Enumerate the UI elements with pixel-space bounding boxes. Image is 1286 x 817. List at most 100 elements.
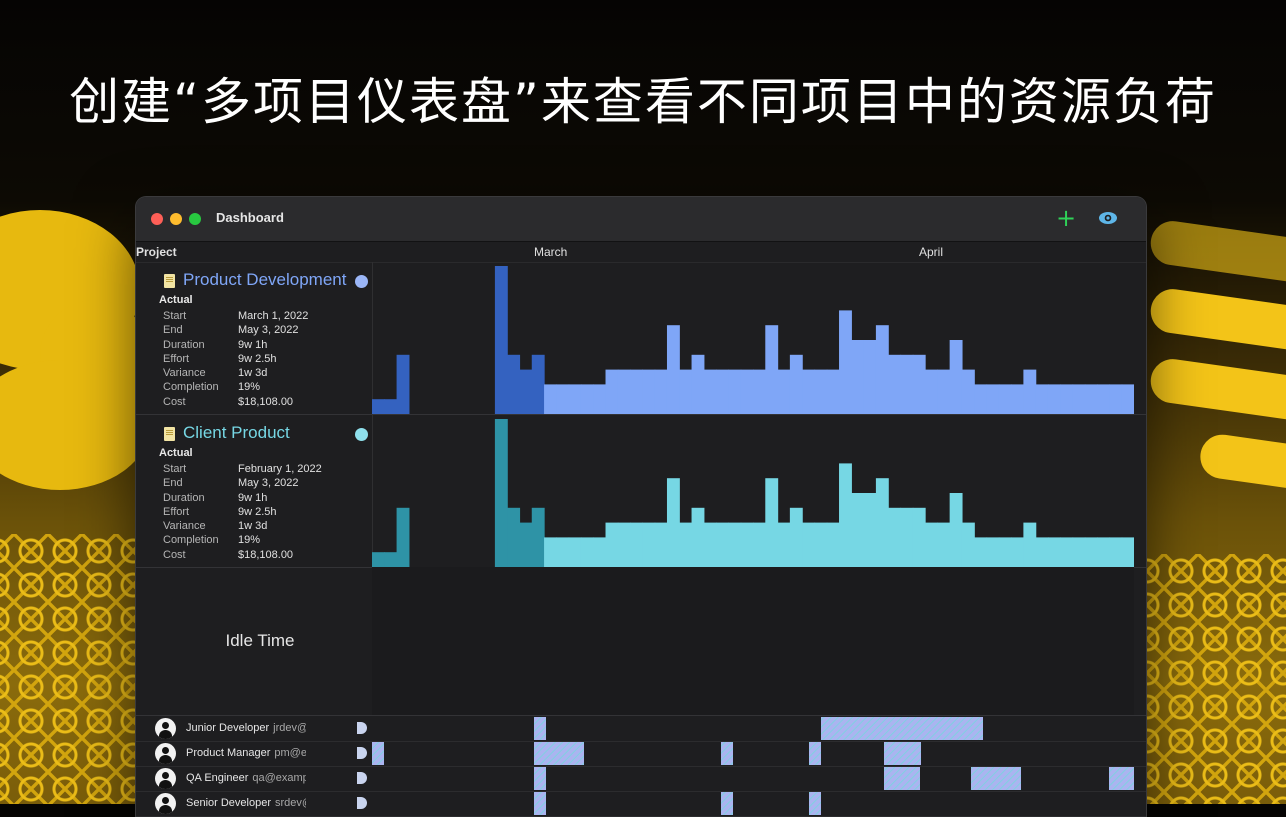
load-bar — [642, 369, 656, 414]
project-name[interactable]: Client Product — [183, 423, 290, 443]
resource-row[interactable]: Senior Developersrdev@example — [136, 791, 1146, 817]
load-bar — [814, 369, 828, 414]
stat-label: Variance — [163, 367, 206, 380]
resource-timeline — [534, 717, 983, 740]
load-bar — [1011, 537, 1024, 567]
load-bar — [875, 478, 889, 567]
idle-time-label: Idle Time — [225, 631, 295, 650]
minimize-button[interactable] — [170, 213, 182, 225]
load-bar — [593, 384, 607, 414]
assignment-block[interactable] — [534, 767, 546, 790]
stat-value: March 1, 2022 — [238, 310, 309, 322]
load-bar — [666, 478, 680, 567]
assignment-block[interactable] — [1109, 767, 1134, 790]
load-chart — [372, 266, 1134, 414]
assignment-block[interactable] — [884, 767, 920, 790]
resource-email: srdev@example — [275, 797, 306, 809]
project-row[interactable]: Product Development Actual Start March 1,… — [136, 262, 1146, 415]
load-bar — [986, 384, 1000, 414]
document-icon — [164, 427, 175, 441]
stat-label: Start — [163, 463, 187, 475]
assignment-block[interactable] — [721, 742, 733, 765]
load-bar — [617, 369, 631, 414]
load-bar — [986, 537, 1000, 567]
load-bar — [703, 522, 717, 567]
stat-label: Cost — [163, 395, 186, 408]
load-bar — [617, 522, 631, 567]
load-bar — [372, 399, 385, 414]
load-bar — [728, 369, 742, 414]
project-row[interactable]: Client Product Actual Start February 1, 2… — [136, 415, 1146, 568]
load-bar — [974, 384, 988, 414]
stat-label: Variance — [163, 520, 206, 533]
load-bar — [802, 369, 816, 414]
load-bar — [568, 537, 582, 567]
assignment-block[interactable] — [372, 742, 384, 765]
stat-value: February 1, 2022 — [238, 463, 322, 475]
stat-value: 19% — [238, 381, 261, 394]
load-bar — [998, 384, 1012, 414]
load-bar — [851, 340, 865, 414]
window-title: Dashboard — [216, 210, 284, 225]
load-bar — [789, 354, 803, 414]
load-bar — [630, 369, 643, 414]
assignment-block[interactable] — [534, 717, 546, 740]
resource-row[interactable]: Junior Developerjrdev@example — [136, 716, 1146, 742]
load-bar — [802, 522, 816, 567]
load-bar — [863, 493, 877, 567]
load-bar — [961, 522, 975, 567]
assignment-block[interactable] — [821, 717, 983, 740]
load-bar — [1047, 537, 1061, 567]
load-bar — [605, 522, 619, 567]
load-bar — [716, 369, 730, 414]
stat-value: May 3, 2022 — [238, 324, 299, 337]
project-color-dot[interactable] — [355, 428, 368, 441]
stat-value: 9w 2.5h — [238, 352, 277, 365]
close-button[interactable] — [151, 213, 163, 225]
project-info: Product Development Actual Start March 1,… — [148, 262, 373, 414]
assignment-block[interactable] — [809, 742, 821, 765]
load-bar — [765, 325, 779, 414]
load-pie-icon — [357, 747, 367, 759]
resource-timeline — [534, 767, 1134, 790]
project-color-dot[interactable] — [355, 275, 368, 288]
load-bar — [519, 369, 533, 414]
load-bar — [839, 310, 852, 414]
load-bar — [949, 493, 963, 567]
resource-email: qa@example.org — [252, 772, 306, 784]
idle-time-chart — [372, 567, 1134, 715]
stat-value: May 3, 2022 — [238, 477, 299, 490]
load-bar — [580, 384, 594, 414]
resource-row[interactable]: Product Managerpm@example.c — [136, 741, 1146, 767]
stat-value: 9w 1h — [238, 491, 268, 504]
load-bar — [753, 522, 766, 567]
load-bar — [642, 522, 656, 567]
dashboard-window: Dashboard + Project March April Product … — [136, 197, 1146, 817]
load-bar — [912, 507, 926, 567]
project-name[interactable]: Product Development — [183, 270, 346, 290]
eye-icon[interactable] — [1098, 206, 1118, 237]
actual-label: Actual — [159, 447, 193, 459]
load-bar — [494, 419, 508, 567]
month-label-april: April — [919, 245, 944, 259]
stat-label: Effort — [163, 352, 190, 365]
assignment-block[interactable] — [896, 742, 921, 765]
resource-row[interactable]: QA Engineerqa@example.org — [136, 766, 1146, 792]
load-pie-icon — [357, 722, 367, 734]
load-bar — [544, 384, 557, 414]
load-bar — [384, 399, 398, 414]
assignment-block[interactable] — [971, 767, 1021, 790]
add-icon[interactable]: + — [1056, 205, 1076, 231]
month-label-march: March — [534, 245, 568, 259]
load-bar — [826, 522, 840, 567]
load-bar — [998, 537, 1012, 567]
load-bar — [961, 369, 975, 414]
load-bar — [654, 522, 668, 567]
stat-label: Duration — [163, 491, 205, 504]
assignment-block[interactable] — [534, 742, 584, 765]
load-chart — [372, 419, 1134, 567]
document-icon — [164, 274, 175, 288]
load-bar — [716, 522, 730, 567]
stat-value: 19% — [238, 534, 261, 547]
zoom-button[interactable] — [189, 213, 201, 225]
